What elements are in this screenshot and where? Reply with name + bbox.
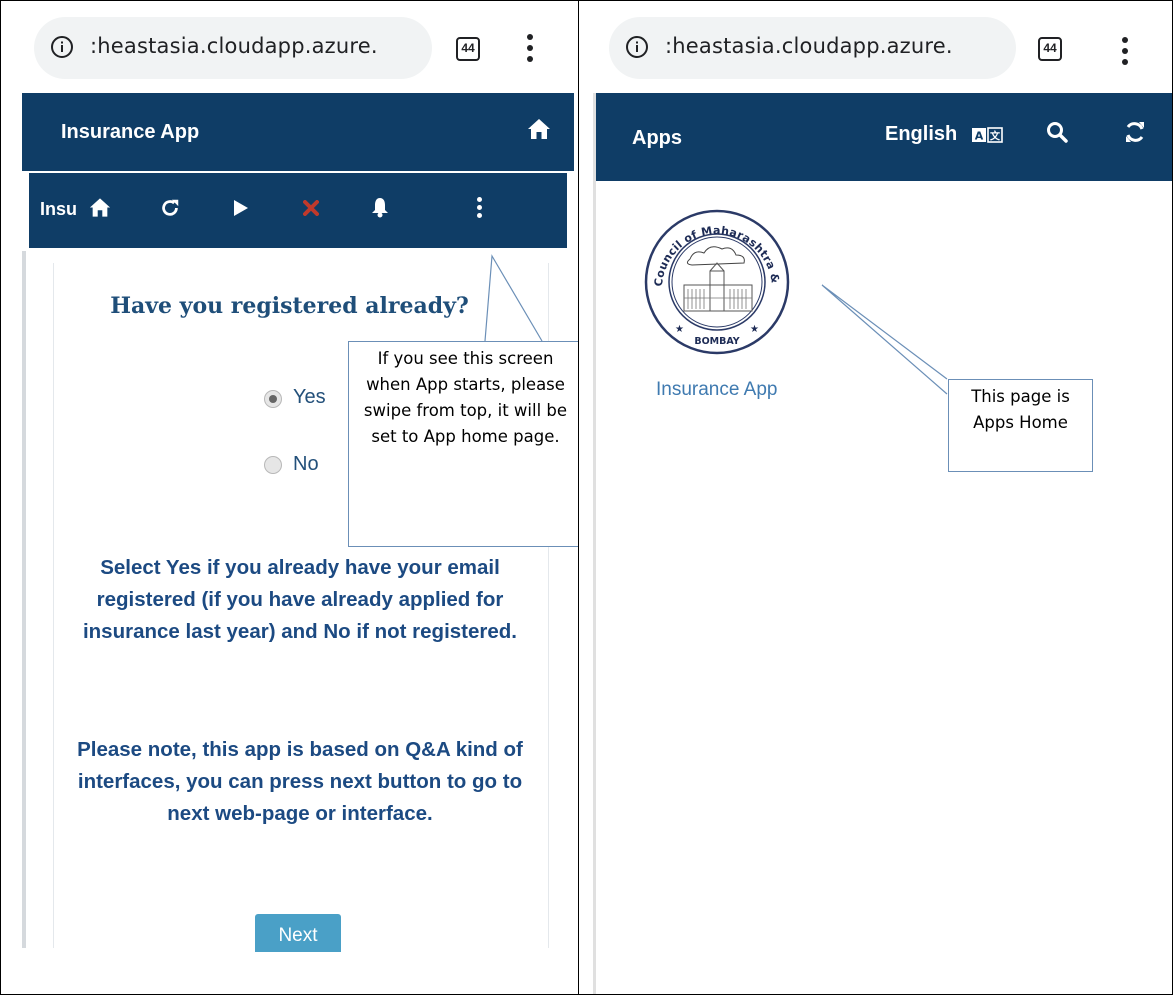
left-phone-screenshot: :heastasia.cloudapp.azure. 44 Insurance … bbox=[0, 0, 579, 995]
right-phone-screenshot: :heastasia.cloudapp.azure. 44 Apps Engli… bbox=[578, 0, 1173, 995]
callout-swipe-hint: If you see this screen when App starts, … bbox=[348, 341, 578, 547]
callout-pointer bbox=[821, 284, 948, 395]
callout-apps-home: This page is Apps Home bbox=[948, 379, 1093, 472]
